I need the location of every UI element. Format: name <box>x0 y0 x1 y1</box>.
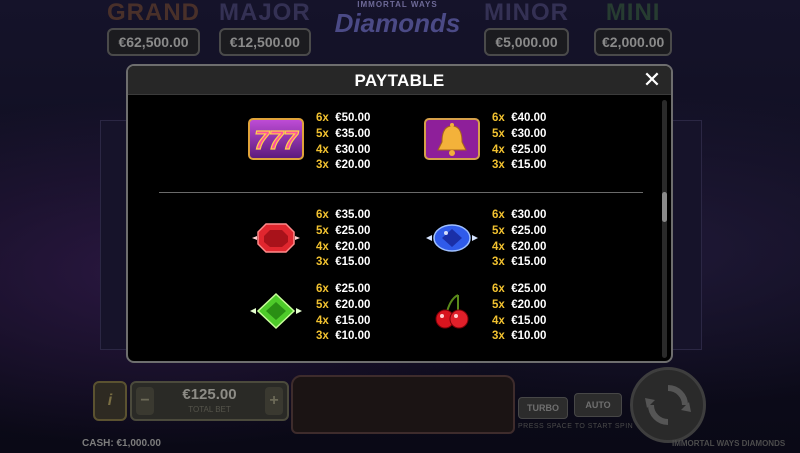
jackpot-value: €12,500.00 <box>219 28 311 56</box>
scroll-thumb[interactable] <box>662 192 667 222</box>
cherries-icon <box>424 290 480 337</box>
pay-row: 5x €25.00 <box>316 224 371 237</box>
bottom-bar: i − €125.00 TOTAL BET + TURBO AUTO PRESS… <box>0 367 800 453</box>
win-display <box>291 375 515 434</box>
jackpot-value: €2,000.00 <box>594 28 673 56</box>
pay-row: 3x €15.00 <box>316 256 371 269</box>
info-button[interactable]: i <box>93 381 127 421</box>
pay-row: 6x €40.00 <box>492 112 547 124</box>
jackpot-name: MINI <box>605 0 661 26</box>
pay-row: 4x €15.00 <box>316 314 371 327</box>
paytable-dialog: PAYTABLE ✕ 777 6x €50.00 5x €35.00 4x €3… <box>126 64 673 363</box>
cash-balance: CASH: €1,000.00 <box>82 438 161 449</box>
pay-row: 3x €15.00 <box>492 159 547 172</box>
jackpot-mini: MINI €2,000.00 <box>594 0 673 56</box>
jackpot-grand: GRAND €62,500.00 <box>107 0 200 56</box>
pay-row: 4x €20.00 <box>492 240 547 253</box>
pay-list-bell: 6x €40.00 5x €30.00 4x €25.00 3x €15.00 <box>492 111 546 174</box>
sevens-icon: 777 <box>248 118 304 165</box>
game-logo: IMMORTAL WAYS Diamonds <box>325 0 470 50</box>
jackpot-major: MAJOR €12,500.00 <box>219 0 311 56</box>
pay-row: 5x €20.00 <box>316 298 371 311</box>
spin-hint: PRESS SPACE TO START SPIN <box>518 423 634 430</box>
stake-plus-button[interactable]: + <box>265 387 283 415</box>
pay-list-sevens: 6x €50.00 5x €35.00 4x €30.00 3x €20.00 <box>316 111 370 174</box>
pay-row: 3x €10.00 <box>316 330 371 343</box>
pay-row: 6x €25.00 <box>492 283 547 295</box>
pay-row: 4x €15.00 <box>492 314 547 327</box>
jackpot-value: €62,500.00 <box>107 28 200 56</box>
blue-diamond-icon <box>424 216 480 263</box>
jackpot-minor: MINOR €5,000.00 <box>484 0 569 56</box>
svg-text:777: 777 <box>254 125 299 155</box>
pay-row: 3x €10.00 <box>492 330 547 343</box>
stake-box: − €125.00 TOTAL BET + <box>130 381 289 421</box>
section-divider <box>159 192 643 193</box>
pay-row: 6x €25.00 <box>316 283 371 295</box>
bell-icon <box>424 118 480 165</box>
pay-row: 3x €20.00 <box>316 159 371 172</box>
pay-list-cherries: 6x €25.00 5x €20.00 4x €15.00 3x €10.00 <box>492 282 546 345</box>
jackpot-name: MAJOR <box>219 0 311 26</box>
pay-list-blue-diamond: 6x €30.00 5x €25.00 4x €20.00 3x €15.00 <box>492 208 546 271</box>
jackpot-name: MINOR <box>484 0 569 26</box>
pay-row: 4x €25.00 <box>492 143 547 156</box>
logo-big-text: Diamonds <box>334 8 461 38</box>
pay-row: 3x €15.00 <box>492 256 547 269</box>
pay-row: 6x €30.00 <box>492 209 547 221</box>
game-name: IMMORTAL WAYS DIAMONDS <box>672 439 786 448</box>
reel-frame-right <box>672 120 702 350</box>
green-gem-icon <box>248 290 304 337</box>
dialog-title: PAYTABLE <box>354 71 445 90</box>
jackpot-name: GRAND <box>107 0 200 26</box>
pay-row: 6x €35.00 <box>316 209 371 221</box>
pay-list-green-gem: 6x €25.00 5x €20.00 4x €15.00 3x €10.00 <box>316 282 370 345</box>
auto-button[interactable]: AUTO <box>574 393 622 417</box>
pay-row: 4x €20.00 <box>316 240 371 253</box>
close-icon[interactable]: ✕ <box>641 69 663 91</box>
jackpot-value: €5,000.00 <box>484 28 569 56</box>
spin-icon <box>645 385 691 425</box>
turbo-button[interactable]: TURBO <box>518 397 568 419</box>
pay-row: 5x €35.00 <box>316 127 371 140</box>
pay-row: 5x €25.00 <box>492 224 547 237</box>
pay-row: 4x €30.00 <box>316 143 371 156</box>
pay-row: 5x €30.00 <box>492 127 547 140</box>
scrollbar[interactable] <box>662 100 667 358</box>
pay-list-red-gem: 6x €35.00 5x €25.00 4x €20.00 3x €15.00 <box>316 208 370 271</box>
stake-label: TOTAL BET <box>188 405 231 414</box>
red-gem-icon <box>248 216 304 263</box>
stake-value: €125.00 <box>182 386 237 403</box>
spin-button[interactable] <box>630 367 706 443</box>
pay-row: 5x €20.00 <box>492 298 547 311</box>
dialog-header: PAYTABLE ✕ <box>128 66 671 95</box>
pay-row: 6x €50.00 <box>316 112 371 124</box>
